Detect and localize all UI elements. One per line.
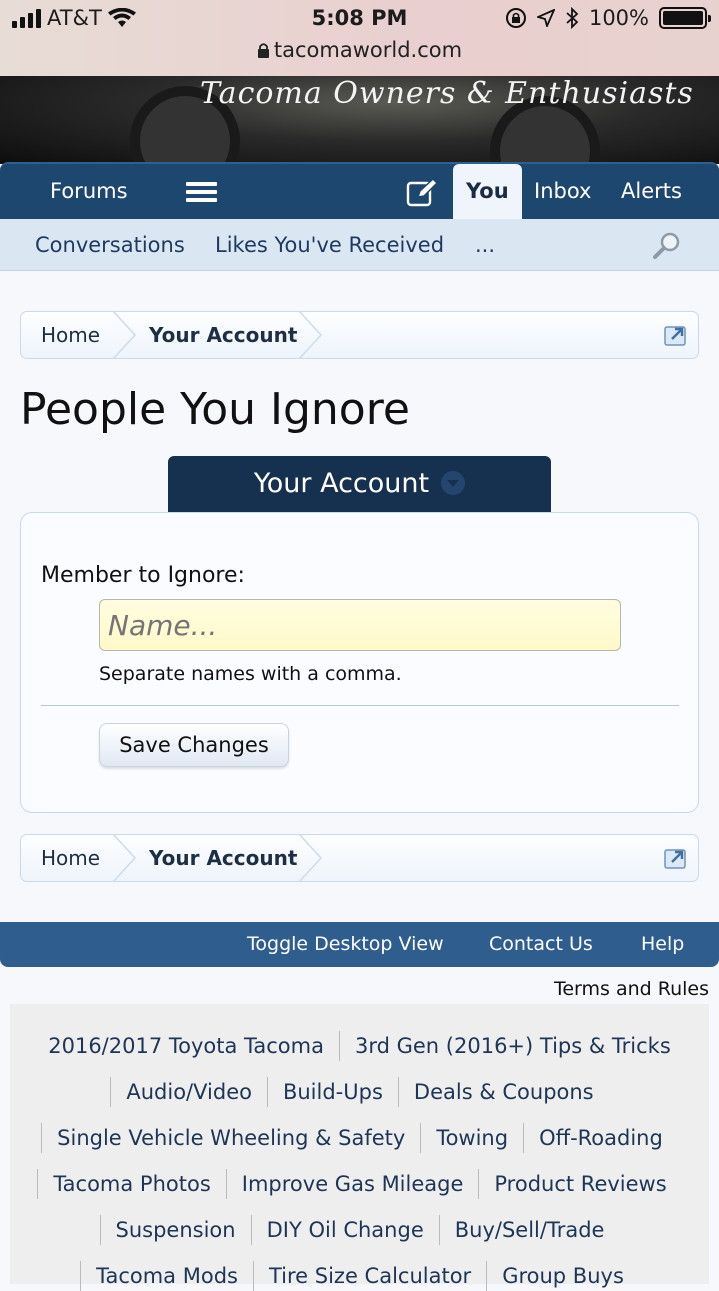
bluetooth-icon xyxy=(566,7,579,29)
jump-link-icon[interactable] xyxy=(664,847,688,869)
field-hint: Separate names with a comma. xyxy=(99,663,402,685)
forum-link[interactable]: Single Vehicle Wheeling & Safety xyxy=(41,1123,420,1153)
rotation-lock-icon xyxy=(505,8,526,28)
jump-link-icon[interactable] xyxy=(664,324,688,346)
footer-terms[interactable]: Terms and Rules xyxy=(554,978,709,1000)
forum-links-row: 2016/2017 Toyota Tacoma 3rd Gen (2016+) … xyxy=(10,1031,709,1061)
ignore-form: Member to Ignore: Separate names with a … xyxy=(20,512,699,813)
lock-icon xyxy=(257,43,269,58)
footer-contact[interactable]: Contact Us xyxy=(489,922,593,967)
hamburger-menu-icon[interactable] xyxy=(186,182,217,202)
site-tagline: Tacoma Owners & Enthusiasts xyxy=(200,76,694,111)
address-bar[interactable]: tacomaworld.com xyxy=(0,38,719,62)
location-icon xyxy=(536,9,555,27)
forum-links-row: Suspension DIY Oil Change Buy/Sell/Trade xyxy=(10,1215,709,1245)
footer-toggle-desktop[interactable]: Toggle Desktop View xyxy=(247,922,444,967)
site-banner[interactable]: Tacoma Owners & Enthusiasts xyxy=(0,76,719,164)
forum-link[interactable]: 2016/2017 Toyota Tacoma xyxy=(33,1031,339,1061)
divider xyxy=(41,705,679,706)
nav-forums[interactable]: Forums xyxy=(50,164,128,221)
page-title: People You Ignore xyxy=(20,384,410,435)
nav-you[interactable]: You xyxy=(453,164,522,221)
forum-links-row: Tacoma Photos Improve Gas Mileage Produc… xyxy=(10,1169,709,1199)
forum-link[interactable]: Group Buys xyxy=(486,1261,639,1291)
chevron-down-icon xyxy=(441,470,466,495)
subnav-more[interactable]: ... xyxy=(475,219,495,271)
compose-icon[interactable] xyxy=(406,179,438,207)
footer-bar: Toggle Desktop View Contact Us Help xyxy=(0,922,719,967)
subnav-likes[interactable]: Likes You've Received xyxy=(215,219,444,271)
breadcrumb-home[interactable]: Home xyxy=(41,312,100,358)
forum-link[interactable]: Deals & Coupons xyxy=(397,1077,609,1107)
forum-link[interactable]: Tacoma Photos xyxy=(37,1169,225,1199)
sub-nav: Conversations Likes You've Received ... xyxy=(0,219,719,271)
forum-link[interactable]: Off-Roading xyxy=(523,1123,678,1153)
breadcrumb-account[interactable]: Your Account xyxy=(149,835,297,881)
footer-help[interactable]: Help xyxy=(641,922,684,967)
forum-link[interactable]: Improve Gas Mileage xyxy=(225,1169,479,1199)
forum-link[interactable]: 3rd Gen (2016+) Tips & Tricks xyxy=(338,1031,686,1061)
nav-alerts[interactable]: Alerts xyxy=(621,164,682,221)
breadcrumb-bottom: Home Your Account xyxy=(20,834,699,882)
forum-link[interactable]: Towing xyxy=(420,1123,523,1153)
forum-links-row: Tacoma Mods Tire Size Calculator Group B… xyxy=(10,1261,709,1291)
account-tab-label: Your Account xyxy=(253,468,430,499)
breadcrumb-home[interactable]: Home xyxy=(41,835,100,881)
battery-percent: 100% xyxy=(588,6,649,30)
forum-link[interactable]: Product Reviews xyxy=(478,1169,681,1199)
forum-links-row: Audio/Video Build-Ups Deals & Coupons xyxy=(10,1077,709,1107)
breadcrumb-separator xyxy=(299,834,323,882)
forum-link[interactable]: Tacoma Mods xyxy=(80,1261,253,1291)
status-bar: AT&T 5:08 PM 100% tacomaworld.com xyxy=(0,0,719,76)
member-name-input[interactable] xyxy=(99,599,621,651)
member-field-label: Member to Ignore: xyxy=(41,563,245,588)
breadcrumb-separator xyxy=(113,311,137,359)
account-tab-dropdown[interactable]: Your Account xyxy=(168,456,551,512)
forum-links-row: Single Vehicle Wheeling & Safety Towing … xyxy=(10,1123,709,1153)
save-changes-button[interactable]: Save Changes xyxy=(99,723,289,767)
subnav-conversations[interactable]: Conversations xyxy=(35,219,185,271)
breadcrumb-separator xyxy=(113,834,137,882)
forum-link[interactable]: Tire Size Calculator xyxy=(252,1261,486,1291)
forum-link[interactable]: DIY Oil Change xyxy=(250,1215,439,1245)
forum-link[interactable]: Build-Ups xyxy=(266,1077,398,1107)
breadcrumb-account[interactable]: Your Account xyxy=(149,312,297,358)
forum-link[interactable]: Suspension xyxy=(99,1215,251,1245)
forum-links: 2016/2017 Toyota Tacoma 3rd Gen (2016+) … xyxy=(10,1004,709,1291)
search-icon[interactable] xyxy=(652,231,682,261)
forum-link[interactable]: Audio/Video xyxy=(110,1077,267,1107)
battery-icon xyxy=(659,7,711,29)
breadcrumb: Home Your Account xyxy=(20,311,699,359)
forum-link[interactable]: Buy/Sell/Trade xyxy=(438,1215,620,1245)
url-text: tacomaworld.com xyxy=(273,38,463,62)
nav-inbox[interactable]: Inbox xyxy=(534,164,591,221)
breadcrumb-separator xyxy=(299,311,323,359)
main-nav: Forums You Inbox Alerts xyxy=(0,162,719,221)
